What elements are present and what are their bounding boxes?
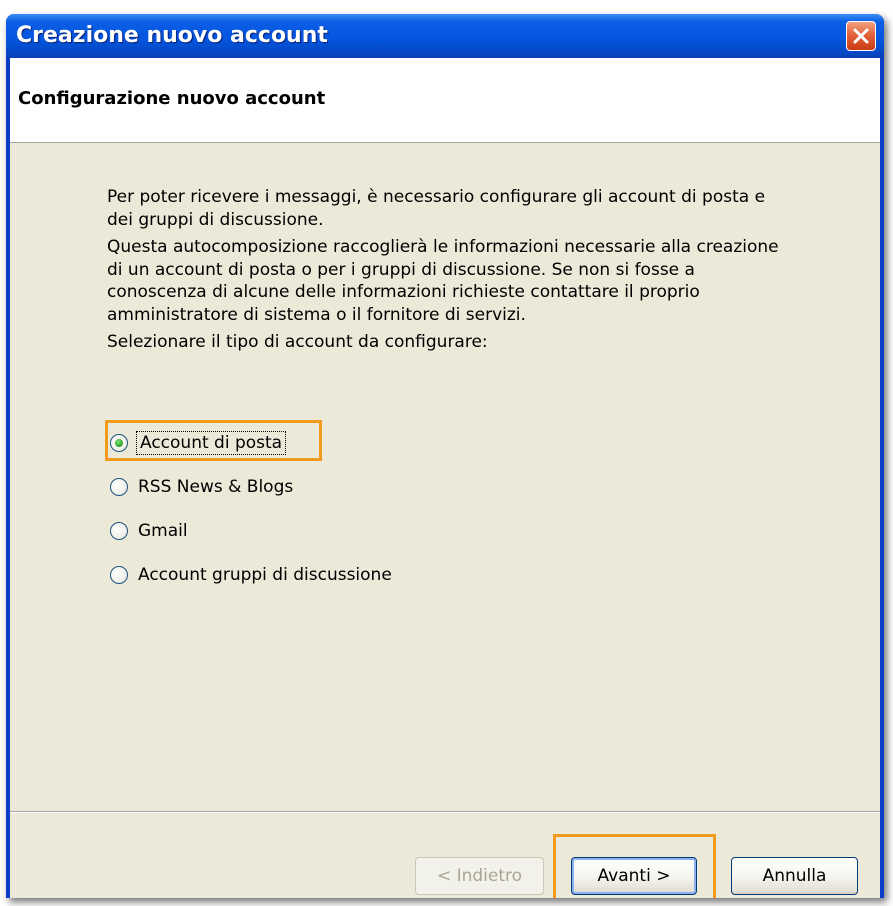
radio-label[interactable]: Account di posta xyxy=(135,431,287,455)
selection-prompt: Selezionare il tipo di account da config… xyxy=(107,332,488,352)
radio-account-gruppi-discussione[interactable]: Account gruppi di discussione xyxy=(110,564,392,586)
next-button[interactable]: Avanti > xyxy=(571,857,697,895)
info-paragraph: Questa autocomposizione raccoglierà le i… xyxy=(107,237,779,325)
close-button[interactable] xyxy=(846,21,876,51)
close-icon xyxy=(853,28,869,44)
radio-account-posta[interactable]: Account di posta xyxy=(110,431,392,455)
wizard-header: Configurazione nuovo account xyxy=(10,58,880,143)
dialog-body: Configurazione nuovo account Per poter r… xyxy=(10,58,880,898)
radio-button[interactable] xyxy=(110,566,128,584)
radio-button-selected[interactable] xyxy=(110,434,128,452)
instructions: Per poter ricevere i messaggi, è necessa… xyxy=(107,186,787,359)
window-title: Creazione nuovo account xyxy=(16,23,328,48)
account-type-group: Account di posta RSS News & Blogs Gmail … xyxy=(110,431,392,608)
cancel-button[interactable]: Annulla xyxy=(731,857,858,895)
radio-label[interactable]: RSS News & Blogs xyxy=(138,477,293,497)
radio-label[interactable]: Gmail xyxy=(138,521,188,541)
account-wizard-window: Creazione nuovo account Configurazione n… xyxy=(6,14,884,898)
radio-gmail[interactable]: Gmail xyxy=(110,520,392,542)
title-bar[interactable]: Creazione nuovo account xyxy=(6,14,884,58)
radio-dot-icon xyxy=(115,439,123,447)
page-title: Configurazione nuovo account xyxy=(18,88,326,109)
radio-rss-news-blogs[interactable]: RSS News & Blogs xyxy=(110,476,392,498)
footer-divider xyxy=(10,811,880,813)
back-button[interactable]: < Indietro xyxy=(415,857,544,895)
radio-button[interactable] xyxy=(110,522,128,540)
radio-button[interactable] xyxy=(110,478,128,496)
intro-paragraph: Per poter ricevere i messaggi, è necessa… xyxy=(107,187,766,230)
radio-label[interactable]: Account gruppi di discussione xyxy=(138,565,392,585)
